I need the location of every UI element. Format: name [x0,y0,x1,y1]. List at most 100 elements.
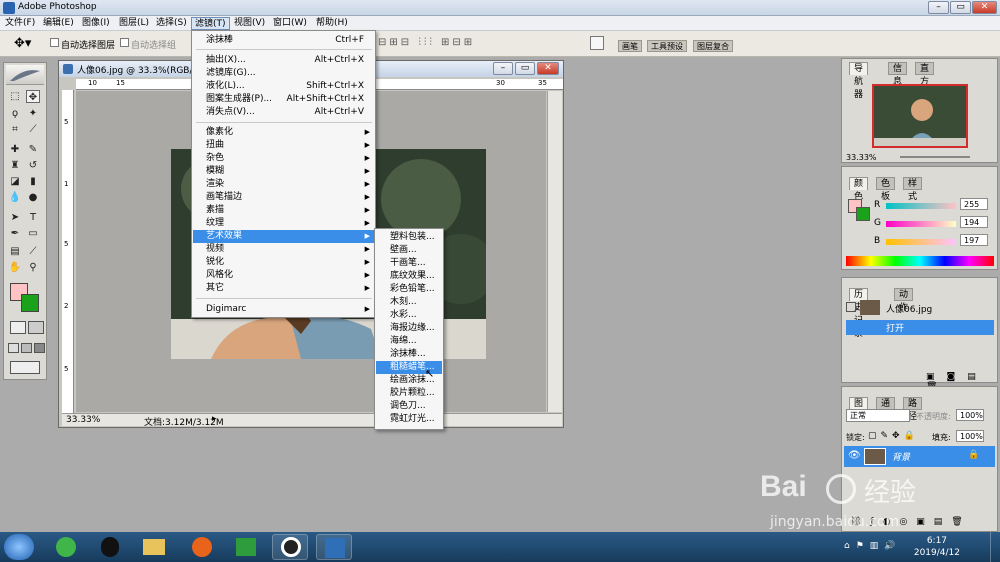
screen-mode-full-menu-icon[interactable] [21,343,32,353]
tab-info[interactable]: 信息 [888,62,908,87]
b-slider[interactable] [886,239,956,245]
taskbar-record-icon[interactable] [272,534,308,560]
menu-item-liquify[interactable]: 液化(L)... Shift+Ctrl+X [193,80,374,93]
path-select-icon[interactable]: ➤ [8,211,22,224]
submenu-item[interactable]: 底纹效果... [376,270,442,283]
crop-tool-icon[interactable]: ⌗ [8,123,22,136]
blend-mode-select[interactable]: 正常 [846,409,910,422]
vertical-scrollbar[interactable] [547,91,562,412]
history-brush-icon[interactable]: ↺ [26,159,40,172]
menu-item-extract[interactable]: 抽出(X)... Alt+Ctrl+X [193,54,374,67]
menu-item-blur[interactable]: 模糊 ▶ [193,165,374,178]
quick-mask-icon[interactable] [28,321,44,334]
zoom-tool-icon[interactable]: ⚲ [26,261,40,274]
doc-minimize-button[interactable]: – [493,62,513,75]
taskbar-photoshop-icon[interactable] [316,534,352,560]
screen-mode-standard-icon[interactable] [8,343,19,353]
background-color-swatch[interactable] [21,294,39,312]
menu-item-vanishing-point[interactable]: 消失点(V)... Alt+Ctrl+V [193,106,374,119]
menu-item-last-filter[interactable]: 涂抹棒 Ctrl+F [193,34,374,47]
palette-tab-brushes[interactable]: 画笔 [618,40,642,52]
taskbar-qq-icon[interactable] [92,534,128,560]
zoom-level[interactable]: 33.33% [66,415,100,425]
submenu-item[interactable]: 水彩... [376,309,442,322]
g-slider[interactable] [886,221,956,227]
menu-item-filter-gallery[interactable]: 滤镜库(G)... [193,67,374,80]
system-tray-icons[interactable]: ⌂⚑▥🔊 [844,541,902,551]
menu-item-stylize[interactable]: 风格化 ▶ [193,269,374,282]
move-tool-icon[interactable]: ✥ [26,90,40,103]
menu-item-artistic[interactable]: 艺术效果 ▶ [193,230,374,243]
menu-image[interactable]: 图像(I) [79,17,113,30]
color-bg-swatch[interactable] [856,207,870,221]
taskbar-360-icon[interactable] [48,534,84,560]
tab-navigator[interactable]: 导航器 [849,62,869,100]
palette-well-icon[interactable] [590,36,604,50]
blur-tool-icon[interactable]: 💧 [8,191,22,204]
lasso-tool-icon[interactable]: ϙ [8,107,22,120]
auto-select-group-checkbox[interactable] [120,38,129,47]
slice-tool-icon[interactable]: ⟋ [26,123,40,136]
eye-icon[interactable]: 👁 [848,450,861,461]
eyedropper-icon[interactable]: ⟋ [26,245,40,258]
navigator-zoom-slider[interactable] [900,156,970,158]
menu-item-distort[interactable]: 扭曲 ▶ [193,139,374,152]
menu-select[interactable]: 选择(S) [153,17,190,30]
eraser-tool-icon[interactable]: ◪ [8,175,22,188]
submenu-item[interactable]: 海报边缘... [376,322,442,335]
history-state-open[interactable]: 打开 [846,320,994,335]
submenu-item[interactable]: 彩色铅笔... [376,283,442,296]
color-spectrum-bar[interactable] [846,256,994,266]
healing-brush-icon[interactable]: ✚ [8,143,22,156]
maximize-button[interactable]: ▭ [950,1,971,14]
dodge-tool-icon[interactable]: ● [26,191,40,204]
status-menu-arrow-icon[interactable]: ▸ [212,414,217,424]
type-tool-icon[interactable]: T [26,211,40,224]
submenu-item[interactable]: 胶片颗粒... [376,387,442,400]
hand-tool-icon[interactable]: ✋ [8,261,22,274]
screen-mode-full-icon[interactable] [34,343,45,353]
navigator-zoom[interactable]: 33.33% [846,153,877,162]
submenu-item[interactable]: 干画笔... [376,257,442,270]
menu-item-pattern-maker[interactable]: 图案生成器(P)... Alt+Shift+Ctrl+X [193,93,374,106]
submenu-item[interactable]: 壁画... [376,244,442,257]
tab-styles[interactable]: 样式 [903,177,923,202]
jump-to-imageready-icon[interactable] [10,361,40,374]
layer-row-background[interactable]: 👁 背景 🔒 [844,446,995,467]
r-slider[interactable] [886,203,956,209]
snapshot-brush-icon[interactable] [846,302,856,312]
menu-view[interactable]: 视图(V) [231,17,268,30]
b-value[interactable]: 197 [960,234,988,246]
menu-item-noise[interactable]: 杂色 ▶ [193,152,374,165]
menu-item-digimarc[interactable]: Digimarc ▶ [193,303,374,316]
fill-value[interactable]: 100% [956,430,984,442]
opacity-value[interactable]: 100% [956,409,984,421]
tab-histogram[interactable]: 直方图 [915,62,935,100]
standard-mode-icon[interactable] [10,321,26,334]
taskbar-firefox-icon[interactable] [184,534,220,560]
doc-maximize-button[interactable]: ▭ [515,62,535,75]
menu-item-video[interactable]: 视频 ▶ [193,243,374,256]
menu-layer[interactable]: 图层(L) [116,17,152,30]
taskbar-video-icon[interactable] [228,534,264,560]
doc-close-button[interactable]: ✕ [537,62,559,75]
move-tool-icon[interactable]: ✥▾ [14,36,31,51]
tab-color[interactable]: 颜色 [849,177,869,202]
tab-actions[interactable]: 动作 [894,288,914,313]
g-value[interactable]: 194 [960,216,988,228]
lock-icons[interactable]: ▢✎✥🔒 [868,431,919,441]
marquee-tool-icon[interactable]: ⬚ [8,90,22,103]
menu-filter[interactable]: 滤镜(T) [191,17,230,30]
submenu-item[interactable]: 海绵... [376,335,442,348]
auto-select-layer-checkbox[interactable] [50,38,59,47]
submenu-item[interactable]: 木刻... [376,296,442,309]
menu-file[interactable]: 文件(F) [2,17,38,30]
navigator-thumbnail[interactable] [872,84,968,148]
menu-item-pixelate[interactable]: 像素化 ▶ [193,126,374,139]
menu-item-sketch[interactable]: 素描 ▶ [193,204,374,217]
shape-tool-icon[interactable]: ▭ [26,227,40,240]
menu-item-texture[interactable]: 纹理 ▶ [193,217,374,230]
tab-swatches[interactable]: 色板 [876,177,896,202]
submenu-item[interactable]: 调色刀... [376,400,442,413]
gradient-tool-icon[interactable]: ▮ [26,175,40,188]
